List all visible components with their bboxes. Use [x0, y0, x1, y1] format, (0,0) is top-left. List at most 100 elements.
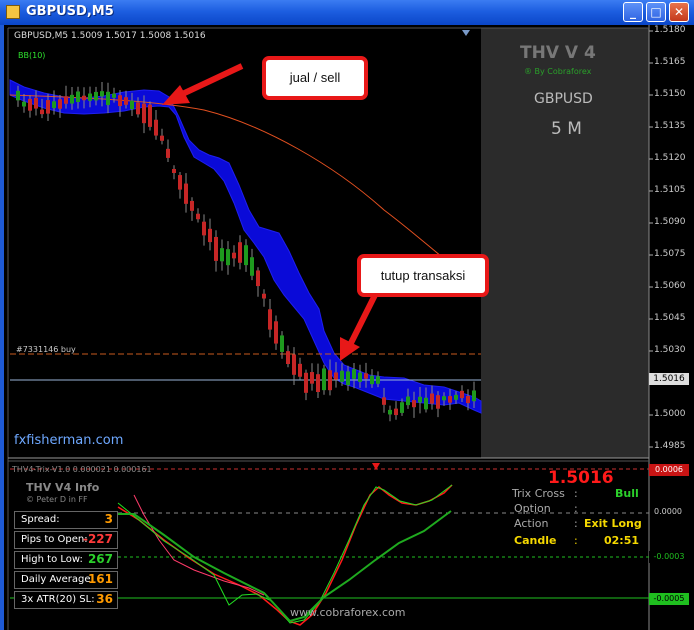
panel-symbol: GBPUSD: [534, 91, 593, 107]
candle-timer: 02:51: [604, 534, 640, 547]
bullish-candle: [70, 94, 74, 104]
bullish-candle: [94, 91, 98, 101]
trix-scale-low: -0.0005: [649, 593, 689, 605]
watermark: fxfisherman.com: [14, 433, 124, 448]
trix-cross-marker: [372, 463, 380, 470]
atr-value: 36: [96, 592, 113, 606]
bullish-candle: [442, 396, 446, 401]
bearish-candle: [40, 109, 44, 115]
bullish-candle: [76, 91, 80, 103]
daily-average-label: Daily Average:: [21, 574, 94, 585]
trix-signal-line: [118, 510, 452, 623]
bearish-candle: [448, 396, 452, 403]
panel-timeframe: 5 M: [551, 119, 582, 139]
bearish-candle: [202, 221, 206, 236]
maximize-button[interactable]: □: [646, 2, 666, 22]
bearish-candle: [82, 95, 86, 101]
bullish-candle: [376, 376, 380, 384]
bearish-candle: [274, 321, 278, 344]
bullish-candle: [358, 372, 362, 382]
bearish-candle: [436, 395, 440, 409]
close-trade-callout: tutup transaksi: [357, 254, 489, 297]
candlesticks: [16, 82, 476, 422]
bearish-candle: [466, 395, 470, 404]
bearish-candle: [136, 102, 140, 115]
trix-pink-line: [133, 494, 265, 596]
bullish-candle: [88, 93, 92, 101]
bearish-candle: [58, 99, 62, 109]
trix-scale-zero: 0.0000: [654, 507, 682, 516]
action-label: Action: [514, 517, 549, 530]
bearish-candle: [412, 400, 416, 408]
bullish-candle: [106, 91, 110, 106]
bearish-candle: [166, 148, 170, 158]
app-chart-icon: [6, 5, 20, 19]
high-low-label: High to Low:: [21, 554, 83, 565]
candle-label: Candle: [514, 534, 557, 547]
minimize-button[interactable]: _: [623, 2, 643, 22]
bullish-candle: [220, 248, 224, 262]
price-tick-6: 1.5090: [654, 217, 686, 227]
bullish-candle: [52, 101, 56, 109]
sell-callout: jual / sell: [262, 56, 368, 100]
bearish-candle: [124, 97, 128, 105]
candle-colon: :: [574, 534, 578, 547]
bearish-candle: [28, 98, 32, 111]
spread-value: 3: [104, 512, 113, 526]
bearish-candle: [298, 363, 302, 377]
bullish-candle: [400, 402, 404, 413]
info-row-pips: Pips to Open: -227: [14, 531, 118, 549]
bullish-candle: [280, 335, 284, 352]
bearish-candle: [316, 374, 320, 393]
trix-cross-label: Trix Cross: [512, 487, 565, 500]
bearish-candle: [238, 242, 242, 263]
bullish-candle: [370, 375, 374, 385]
high-low-value: 267: [87, 552, 113, 566]
bearish-candle: [46, 100, 50, 114]
bearish-candle: [214, 236, 218, 261]
close-button[interactable]: ✕: [669, 2, 689, 22]
chart-window[interactable]: GBPUSD,M5 1.5009 1.5017 1.5008 1.5016 BB…: [4, 25, 694, 630]
bearish-candle: [430, 393, 434, 404]
price-tick-8: 1.5060: [654, 281, 686, 291]
bullish-candle: [346, 371, 350, 386]
price-tick-2: 1.5150: [654, 89, 686, 99]
info-row-spread: Spread: 3: [14, 511, 118, 529]
bullish-candle: [424, 397, 428, 410]
spread-label: Spread:: [21, 514, 60, 525]
trix-cross-value: Bull: [615, 487, 639, 500]
bullish-candle: [352, 369, 356, 379]
bearish-candle: [184, 183, 188, 204]
bullish-candle: [418, 396, 422, 403]
info-row-high-low: High to Low: 267: [14, 551, 118, 569]
info-row-atr: 3x ATR(20) SL: 36: [14, 591, 118, 609]
bullish-candle: [388, 409, 392, 415]
bearish-candle: [310, 372, 314, 384]
price-tick-5: 1.5105: [654, 185, 686, 195]
bearish-candle: [178, 175, 182, 190]
price-tick-12: 1.5000: [654, 409, 686, 419]
bearish-candle: [292, 354, 296, 375]
close-arrow: [347, 291, 379, 347]
bearish-candle: [394, 408, 398, 416]
info-title: THV V4 Info: [26, 481, 100, 494]
bearish-candle: [148, 104, 152, 127]
bearish-candle: [160, 135, 164, 141]
bullish-candle: [340, 370, 344, 382]
price-tick-9: 1.5045: [654, 313, 686, 323]
bearish-candle: [34, 97, 38, 109]
price-tick-10: 1.5030: [654, 345, 686, 355]
trix-scale-top: 0.0006: [649, 464, 689, 476]
bullish-candle: [454, 394, 458, 400]
trix-green-line: [117, 484, 453, 624]
trix-red-line: [117, 484, 453, 626]
bullish-candle: [322, 368, 326, 391]
current-price-tag: 1.5016: [649, 373, 689, 385]
atr-label: 3x ATR(20) SL:: [21, 594, 95, 605]
bearish-candle: [328, 370, 332, 391]
info-row-daily-average: Daily Average: 161: [14, 571, 118, 589]
chart-shift-marker: [462, 30, 470, 36]
bullish-candle: [250, 257, 254, 276]
window-titlebar[interactable]: GBPUSD,M5 _ □ ✕: [0, 0, 694, 25]
trix-price: 1.5016: [548, 468, 614, 488]
